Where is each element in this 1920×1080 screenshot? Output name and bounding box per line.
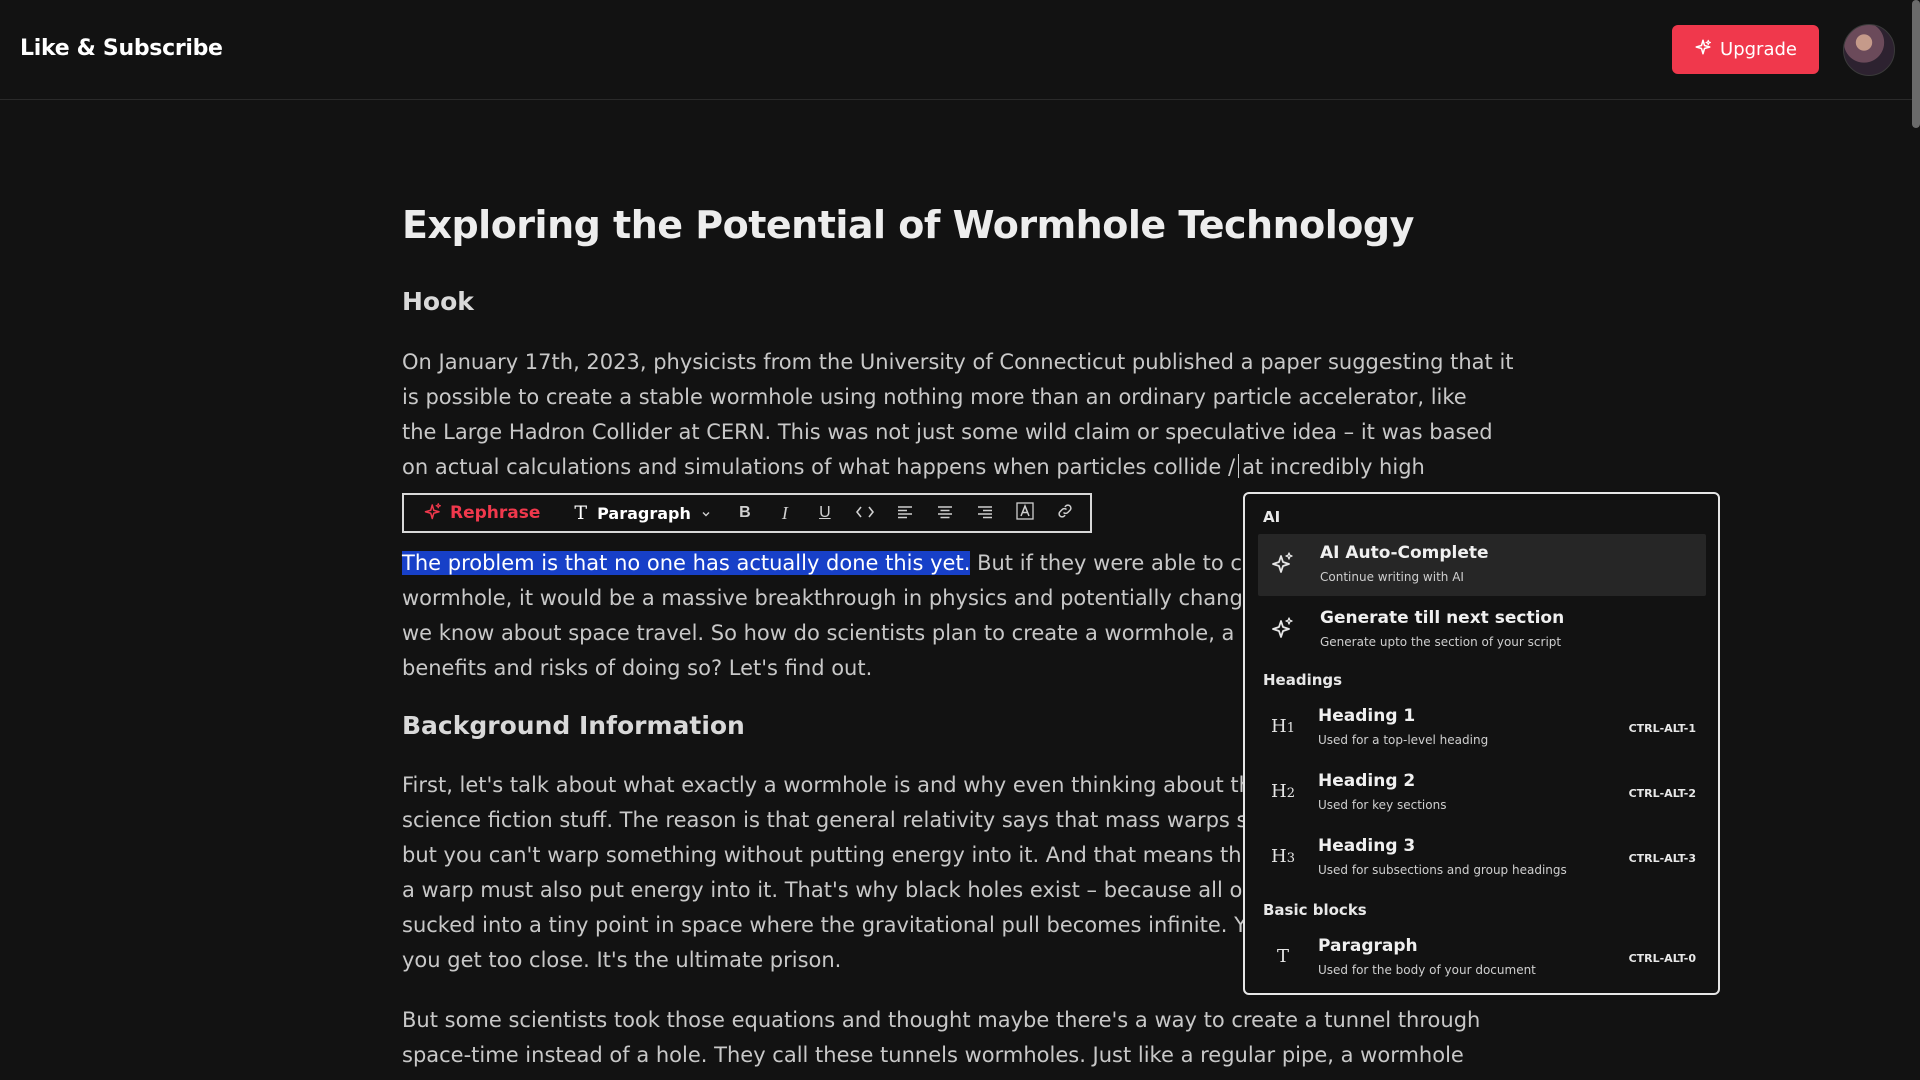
menu-item-paragraph[interactable]: T Paragraph Used for the body of your do…	[1258, 927, 1706, 989]
menu-item-ai-autocomplete[interactable]: AI Auto-Complete Continue writing with A…	[1258, 534, 1706, 596]
top-bar: Like & Subscribe Upgrade	[0, 0, 1920, 100]
bold-button[interactable]: B	[725, 495, 765, 531]
menu-item-heading-1[interactable]: H1 Heading 1 Used for a top-level headin…	[1258, 697, 1706, 759]
rephrase-label: Rephrase	[450, 503, 541, 523]
brand-name: Like & Subscribe	[20, 36, 223, 61]
align-right-button[interactable]	[965, 495, 1005, 531]
paragraph-line: on actual calculations and simulations o…	[402, 450, 1512, 485]
menu-item-title: Heading 1	[1318, 706, 1416, 726]
slash-command-menu: AI AI Auto-Complete Continue writing wit…	[1243, 492, 1720, 995]
text-before-caret: on actual calculations and simulations o…	[402, 455, 1236, 479]
paragraph-line: But some scientists took those equations…	[402, 1008, 1481, 1032]
formatting-toolbar: Rephrase T Paragraph B I U	[402, 493, 1092, 533]
code-button[interactable]	[845, 495, 885, 531]
text-caret	[1238, 454, 1240, 478]
upgrade-button[interactable]: Upgrade	[1672, 25, 1819, 74]
sparkle-icon	[1694, 38, 1712, 61]
hook-paragraph[interactable]: On January 17th, 2023, physicists from t…	[402, 345, 1514, 485]
align-right-icon	[977, 504, 993, 523]
keyboard-shortcut: CTRL-ALT-2	[1628, 787, 1696, 800]
menu-section-ai: AI	[1263, 508, 1281, 526]
menu-item-desc: Continue writing with AI	[1320, 570, 1464, 584]
text-color-icon	[1016, 502, 1034, 524]
paragraph-line: is possible to create a stable wormhole …	[402, 385, 1467, 409]
menu-item-heading-2[interactable]: H2 Heading 2 Used for key sections CTRL-…	[1258, 762, 1706, 824]
text-type-icon: T	[574, 502, 588, 524]
tunnel-paragraph[interactable]: But some scientists took those equations…	[402, 1003, 1512, 1073]
italic-icon: I	[781, 502, 788, 523]
bold-icon: B	[739, 504, 751, 521]
keyboard-shortcut: CTRL-ALT-1	[1628, 722, 1696, 735]
heading-1-icon: H1	[1271, 715, 1295, 737]
menu-item-heading-3[interactable]: H3 Heading 3 Used for subsections and gr…	[1258, 827, 1706, 889]
text-after-caret: at incredibly high	[1242, 455, 1425, 479]
menu-item-generate-section[interactable]: Generate till next section Generate upto…	[1258, 599, 1706, 661]
link-button[interactable]	[1045, 495, 1085, 531]
align-center-icon	[937, 504, 953, 523]
keyboard-shortcut: CTRL-ALT-3	[1628, 852, 1696, 865]
paragraph-line: On January 17th, 2023, physicists from t…	[402, 350, 1514, 374]
menu-item-desc: Used for the body of your document	[1318, 963, 1536, 977]
underline-button[interactable]: U	[805, 495, 845, 531]
page-title: Exploring the Potential of Wormhole Tech…	[402, 203, 1414, 247]
paragraph-line: the Large Hadron Collider at CERN. This …	[402, 420, 1493, 444]
block-type-label: Paragraph	[597, 503, 691, 523]
heading-2-icon: H2	[1271, 780, 1295, 802]
sparkle-icon	[1268, 613, 1298, 643]
align-left-button[interactable]	[885, 495, 925, 531]
menu-item-desc: Generate upto the section of your script	[1320, 635, 1562, 649]
menu-section-headings: Headings	[1263, 671, 1343, 689]
text-color-button[interactable]	[1005, 495, 1045, 531]
chevron-down-icon	[701, 504, 711, 523]
link-icon	[1056, 502, 1074, 524]
paragraph-line: space-time instead of a hole. They call …	[402, 1043, 1464, 1067]
hook-heading: Hook	[402, 287, 474, 316]
menu-item-desc: Used for subsections and group headings	[1318, 863, 1567, 877]
text-type-icon: T	[1276, 945, 1289, 967]
avatar[interactable]	[1843, 24, 1895, 76]
block-type-dropdown[interactable]: T Paragraph	[574, 502, 710, 524]
align-center-button[interactable]	[925, 495, 965, 531]
menu-item-desc: Used for key sections	[1318, 798, 1447, 812]
menu-section-basic-blocks: Basic blocks	[1263, 901, 1367, 919]
sparkle-icon	[1268, 548, 1298, 578]
background-heading: Background Information	[402, 711, 745, 740]
menu-item-title: Generate till next section	[1320, 608, 1565, 628]
menu-item-title: Heading 3	[1318, 836, 1416, 856]
keyboard-shortcut: CTRL-ALT-0	[1628, 952, 1696, 965]
menu-item-title: Paragraph	[1318, 936, 1418, 956]
heading-3-icon: H3	[1271, 845, 1295, 867]
selected-text[interactable]: The problem is that no one has actually …	[402, 551, 971, 575]
code-icon	[855, 504, 874, 523]
menu-item-title: Heading 2	[1318, 771, 1416, 791]
underline-icon: U	[819, 504, 831, 521]
menu-item-desc: Used for a top-level heading	[1318, 733, 1489, 747]
italic-button[interactable]: I	[765, 495, 805, 531]
align-left-icon	[897, 504, 913, 523]
upgrade-label: Upgrade	[1720, 39, 1797, 60]
menu-item-title: AI Auto-Complete	[1320, 543, 1489, 563]
rephrase-button[interactable]: Rephrase	[424, 502, 540, 525]
text-after-selection: But if they were able to cr	[970, 551, 1251, 575]
sparkle-icon	[424, 502, 442, 525]
scrollbar-thumb[interactable]	[1912, 0, 1920, 128]
